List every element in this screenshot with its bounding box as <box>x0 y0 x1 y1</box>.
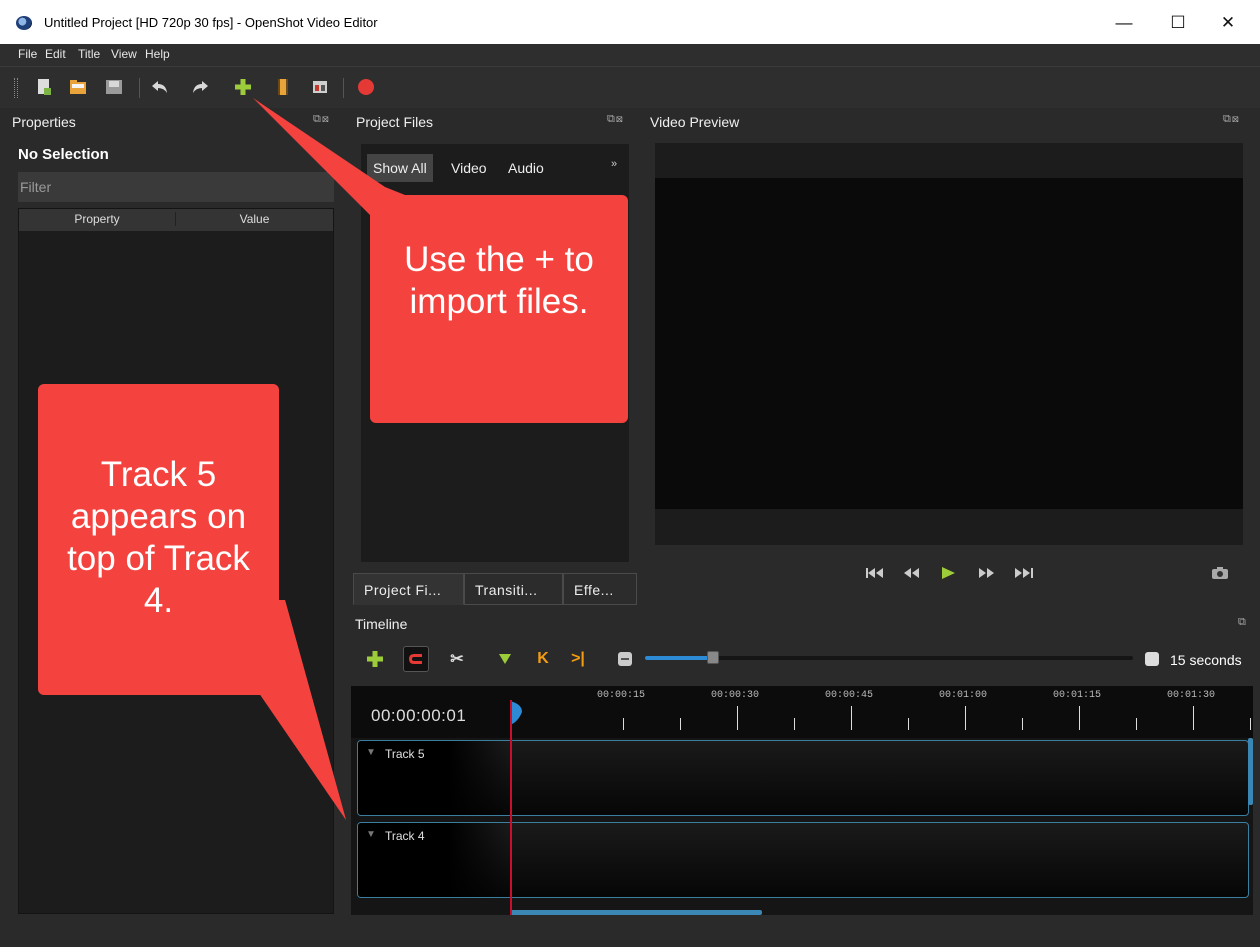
menu-view[interactable]: View <box>111 47 137 61</box>
new-project-icon[interactable] <box>34 77 54 97</box>
toolbar-separator <box>139 78 140 98</box>
tab-transitions[interactable]: Transiti... <box>464 573 563 605</box>
save-project-icon[interactable] <box>104 77 124 97</box>
import-files-icon[interactable] <box>233 77 253 97</box>
ruler-major-tick <box>737 706 738 730</box>
ruler-minor-tick <box>1022 718 1023 730</box>
tick-label: 00:01:00 <box>939 690 988 701</box>
zoom-label: 15 seconds <box>1170 652 1242 668</box>
ruler-minor-tick <box>623 718 624 730</box>
ruler-minor-tick <box>794 718 795 730</box>
ruler-minor-tick <box>680 718 681 730</box>
tab-project-files[interactable]: Project Fi... <box>353 573 464 605</box>
maximize-button[interactable]: ☐ <box>1155 8 1201 38</box>
minimize-button[interactable]: — <box>1101 8 1147 38</box>
open-project-icon[interactable] <box>68 77 88 97</box>
track-name: Track 5 <box>385 747 425 761</box>
tick-label: 00:00:30 <box>711 690 760 701</box>
track-row[interactable]: ▼ Track 5 <box>357 740 1249 816</box>
snapping-magnet-icon[interactable] <box>403 646 429 672</box>
timeline-dock-title: Timeline <box>355 616 408 632</box>
next-marker-icon[interactable]: >| <box>565 646 591 672</box>
fast-forward-icon[interactable] <box>975 563 999 583</box>
close-button[interactable]: ✕ <box>1205 8 1251 38</box>
properties-dock-title: Properties <box>12 114 76 130</box>
openshot-logo-icon <box>16 16 32 30</box>
tab-effects[interactable]: Effe... <box>563 573 637 605</box>
ruler-major-tick <box>965 706 966 730</box>
timecode-display: 00:00:00:01 <box>371 706 467 725</box>
menu-file[interactable]: File <box>18 47 37 61</box>
tick-label: 00:00:15 <box>597 690 646 701</box>
zoom-slider-fill <box>645 656 714 660</box>
tick-label: 00:00:45 <box>825 690 874 701</box>
camera-icon[interactable] <box>1208 563 1232 583</box>
fullscreen-icon[interactable] <box>310 77 330 97</box>
add-marker-icon[interactable] <box>492 646 518 672</box>
video-preview-screen[interactable] <box>655 143 1243 545</box>
ruler-major-tick <box>1079 706 1080 730</box>
dock-float-close-icon[interactable]: ⧉⊠ <box>1223 113 1240 126</box>
zoom-out-icon[interactable] <box>612 646 638 672</box>
play-icon[interactable] <box>936 563 960 583</box>
track-collapse-icon[interactable]: ▼ <box>366 829 376 840</box>
letterbox-top <box>655 143 1243 178</box>
timeline-ruler[interactable]: 00:00:00:01 00:00:15 00:00:30 00:00:45 0… <box>351 686 1253 738</box>
ruler-major-tick <box>851 706 852 730</box>
timeline-tracks[interactable]: ▼ Track 5 ▼ Track 4 <box>351 738 1253 915</box>
letterbox-bottom <box>655 509 1243 545</box>
ruler-minor-tick <box>1250 718 1251 730</box>
track-row[interactable]: ▼ Track 4 <box>357 822 1249 898</box>
main-toolbar <box>0 66 1260 108</box>
track-header[interactable]: ▼ Track 5 <box>358 741 508 815</box>
jump-start-icon[interactable] <box>863 563 887 583</box>
window-title: Untitled Project [HD 720p 30 fps] - Open… <box>44 15 378 30</box>
choose-profile-icon[interactable] <box>273 77 293 97</box>
undo-icon[interactable] <box>150 77 170 97</box>
video-preview-dock-title: Video Preview <box>650 114 740 130</box>
menu-bar: File Edit Title View Help <box>0 44 1260 66</box>
previous-marker-icon[interactable]: K <box>530 646 556 672</box>
toolbar-grip[interactable] <box>14 78 18 98</box>
tick-label: 00:01:15 <box>1053 690 1102 701</box>
export-video-icon[interactable] <box>356 77 376 97</box>
jump-end-icon[interactable] <box>1012 563 1036 583</box>
column-property[interactable]: Property <box>19 212 175 226</box>
playhead-line <box>510 700 512 915</box>
menu-title[interactable]: Title <box>78 47 100 61</box>
menu-edit[interactable]: Edit <box>45 47 66 61</box>
zoom-slider-handle[interactable] <box>707 651 720 664</box>
dock-float-icon[interactable]: ⧉ <box>1238 616 1247 629</box>
callout-import-text: Use the + to import files. <box>370 195 628 423</box>
ruler-minor-tick <box>908 718 909 730</box>
track-header[interactable]: ▼ Track 4 <box>358 823 508 897</box>
ruler-minor-tick <box>1136 718 1137 730</box>
callout-track-text: Track 5 appears on top of Track 4. <box>38 384 279 695</box>
ruler-major-tick <box>1193 706 1194 730</box>
menu-help[interactable]: Help <box>145 47 170 61</box>
razor-scissors-icon[interactable]: ✂ <box>444 646 470 672</box>
zoom-in-icon[interactable] <box>1139 646 1165 672</box>
tick-label: 00:01:30 <box>1167 690 1216 701</box>
vertical-scrollbar[interactable] <box>1248 738 1253 805</box>
redo-icon[interactable] <box>190 77 210 97</box>
track-collapse-icon[interactable]: ▼ <box>366 747 376 758</box>
track-name: Track 4 <box>385 829 425 843</box>
add-track-icon[interactable] <box>362 646 388 672</box>
rewind-icon[interactable] <box>899 563 923 583</box>
horizontal-scrollbar[interactable] <box>510 910 762 915</box>
selection-label: No Selection <box>18 146 109 163</box>
window-titlebar: Untitled Project [HD 720p 30 fps] - Open… <box>0 0 1260 44</box>
